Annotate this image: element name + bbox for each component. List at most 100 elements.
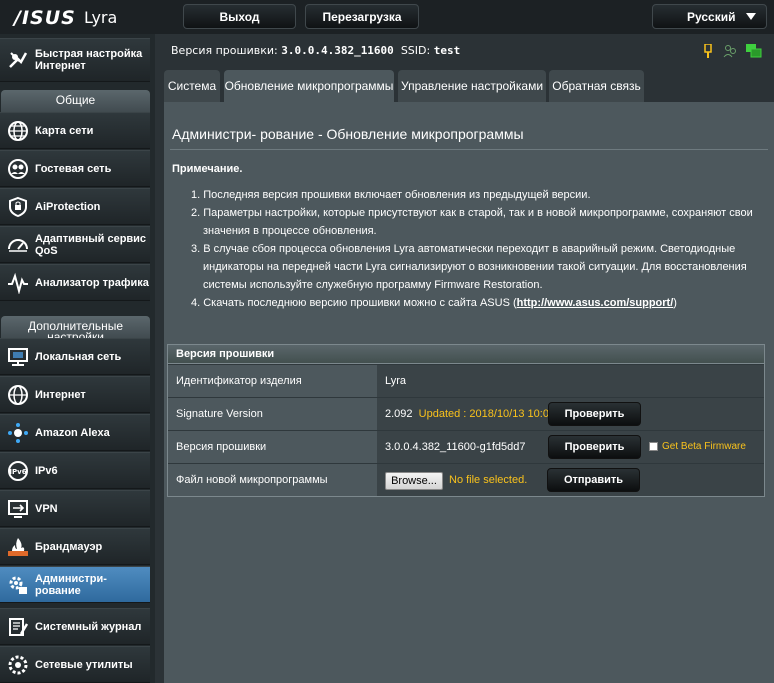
sidebar-item-label: Быстрая настройка Интернет <box>35 48 143 72</box>
signature-version-value: 2.092 Updated : 2018/10/13 10:07 <box>385 408 555 420</box>
svg-text:IPv6: IPv6 <box>9 468 26 476</box>
page-title: Администри- рование - Обновление микропр… <box>172 126 524 142</box>
row-value-cell: Lyra <box>377 365 764 397</box>
tab-firmware-upgrade[interactable]: Обновление микропрограммы <box>224 70 394 102</box>
chevron-down-icon <box>746 13 756 20</box>
sidebar-item-label: IPv6 <box>35 464 58 477</box>
table-header: Версия прошивки <box>168 345 764 364</box>
table-row-product-id: Идентификатор изделия Lyra <box>168 364 764 397</box>
gauge-icon <box>7 234 29 256</box>
sidebar-item-firewall[interactable]: Брандмауэр <box>0 528 150 565</box>
syslog-icon <box>7 616 29 638</box>
logout-button[interactable]: Выход <box>183 4 296 29</box>
section-header-advanced: Дополнительные настройки <box>1 316 150 338</box>
note-item: 3. В случае сбоя процесса обновления Lyr… <box>191 243 747 291</box>
row-label: Signature Version <box>168 398 377 430</box>
shield-icon <box>7 196 29 218</box>
upload-button[interactable]: Отправить <box>547 468 640 492</box>
alexa-icon <box>7 422 29 444</box>
title-divider <box>170 149 768 150</box>
note-text: 4. Скачать последнюю версию прошивки мож… <box>191 297 517 309</box>
sidebar-item-network-tools[interactable]: Сетевые утилиты <box>0 646 150 683</box>
beta-firmware-option[interactable]: Get Beta Firmware <box>649 441 746 452</box>
sidebar-item-label: Сетевые утилиты <box>35 658 133 671</box>
sidebar-item-guest-network[interactable]: Гостевая сеть <box>0 150 150 187</box>
row-label: Файл новой микропрограммы <box>168 464 377 496</box>
sidebar-item-administration[interactable]: Администри- рование <box>0 566 150 603</box>
asus-support-link[interactable]: http://www.asus.com/support/ <box>517 297 674 309</box>
tab-feedback[interactable]: Обратная связь <box>549 70 644 102</box>
sidebar-item-label: Локальная сеть <box>35 350 122 363</box>
sidebar-item-system-log[interactable]: Системный журнал <box>0 608 150 645</box>
note-title: Примечание. <box>172 163 243 175</box>
no-file-text: No file selected. <box>449 474 528 486</box>
sidebar-item-traffic-analyzer[interactable]: Анализатор трафика <box>0 264 150 301</box>
sidebar-item-lan[interactable]: Локальная сеть <box>0 338 150 375</box>
sidebar-item-label: Брандмауэр <box>35 540 103 553</box>
sidebar-item-label: Анализатор трафика <box>35 276 149 289</box>
network-tools-icon <box>7 654 29 676</box>
sidebar: Быстрая настройка Интернет Общие Карта с… <box>0 34 155 683</box>
browse-button[interactable]: Browse... <box>385 472 443 490</box>
ssid-value[interactable]: test <box>434 44 461 57</box>
sidebar-item-internet[interactable]: Интернет <box>0 376 150 413</box>
globe-icon <box>7 384 29 406</box>
product-id-value: Lyra <box>385 375 406 387</box>
traffic-icon <box>7 272 29 294</box>
internet-status-icon[interactable] <box>746 43 762 62</box>
vpn-icon <box>7 498 29 520</box>
reboot-button[interactable]: Перезагрузка <box>305 4 419 29</box>
sidebar-item-ipv6[interactable]: IPv6 IPv6 <box>0 452 150 489</box>
note-item: 4. Скачать последнюю версию прошивки мож… <box>191 294 771 312</box>
usb-status-icon[interactable] <box>702 43 714 62</box>
firmware-table: Версия прошивки Идентификатор изделия Ly… <box>167 344 765 497</box>
ssid-label: SSID: <box>400 44 431 57</box>
status-line: Версия прошивки: 3.0.0.4.382_11600 SSID:… <box>171 44 460 57</box>
tab-system[interactable]: Система <box>164 70 220 102</box>
row-label: Идентификатор изделия <box>168 365 377 397</box>
check-signature-button[interactable]: Проверить <box>548 402 641 426</box>
language-label: Русский <box>687 9 736 24</box>
firewall-icon <box>7 536 29 558</box>
check-firmware-button[interactable]: Проверить <box>548 435 641 459</box>
asus-logo[interactable]: /ISUS <box>14 7 76 29</box>
table-row-file-upload: Файл новой микропрограммы Browse... No f… <box>168 463 764 496</box>
sidebar-item-label: Гостевая сеть <box>35 162 112 175</box>
network-map-icon <box>7 120 29 142</box>
section-header-general: Общие <box>1 90 150 112</box>
sidebar-item-label: Системный журнал <box>35 620 142 633</box>
sidebar-item-label: Адаптивный сервис QoS <box>35 232 147 257</box>
row-value-cell: Browse... No file selected. Отправить <box>377 464 764 496</box>
table-row-signature: Signature Version 2.092 Updated : 2018/1… <box>168 397 764 430</box>
firmware-version-cell: 3.0.0.4.382_11600-g1fd5dd7 <box>385 441 526 453</box>
note-item: 1. Последняя версия прошивки включает об… <box>191 189 591 201</box>
language-select[interactable]: Русский <box>652 4 767 29</box>
sidebar-item-aiprotection[interactable]: AiProtection <box>0 188 150 225</box>
sidebar-item-vpn[interactable]: VPN <box>0 490 150 527</box>
row-label: Версия прошивки <box>168 431 377 463</box>
row-value-cell: 2.092 Updated : 2018/10/13 10:07 Провери… <box>377 398 764 430</box>
firmware-version-label: Версия прошивки: <box>171 44 278 57</box>
model-name: Lyra <box>84 8 118 27</box>
signature-updated: Updated : 2018/10/13 10:07 <box>418 408 556 420</box>
tab-settings-management[interactable]: Управление настройками <box>398 70 546 102</box>
main-panel: Администри- рование - Обновление микропр… <box>164 102 774 683</box>
quick-setup-icon <box>7 49 29 71</box>
beta-firmware-checkbox[interactable] <box>649 442 658 451</box>
sidebar-item-network-map[interactable]: Карта сети <box>0 112 150 149</box>
sidebar-item-alexa[interactable]: Amazon Alexa <box>0 414 150 451</box>
sidebar-item-label: Amazon Alexa <box>35 426 110 439</box>
beta-firmware-label: Get Beta Firmware <box>662 441 746 452</box>
lan-icon <box>7 346 29 368</box>
admin-gear-icon <box>7 574 29 596</box>
status-icons <box>702 43 762 62</box>
firmware-version-value[interactable]: 3.0.0.4.382_11600 <box>281 44 394 57</box>
sidebar-item-label: Карта сети <box>35 124 94 137</box>
sidebar-item-quick-setup[interactable]: Быстрая настройка Интернет <box>0 38 150 82</box>
top-bar: /ISUS Lyra Выход Перезагрузка Русский <box>0 0 774 34</box>
note-item: 2. Параметры настройки, которые присутст… <box>191 207 753 237</box>
signature-number: 2.092 <box>385 408 413 420</box>
clients-status-icon[interactable] <box>723 43 737 62</box>
notes-list: 1. Последняя версия прошивки включает об… <box>191 186 771 312</box>
sidebar-item-qos[interactable]: Адаптивный сервис QoS <box>0 226 150 263</box>
